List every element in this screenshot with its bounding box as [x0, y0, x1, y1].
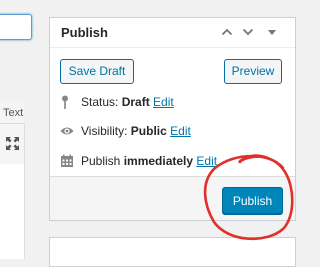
status-edit-link[interactable]: Edit — [153, 95, 174, 109]
chevron-down-icon[interactable] — [242, 26, 254, 38]
publish-box-title: Publish — [61, 25, 108, 40]
visibility-value: Public — [130, 124, 167, 138]
publish-time-value: immediately — [123, 154, 194, 168]
chevron-up-icon[interactable] — [221, 26, 233, 38]
toggle-triangle-icon[interactable] — [266, 26, 278, 38]
status-label: Status: — [81, 95, 122, 109]
editor-area: Text — [0, 0, 38, 259]
publish-box-header: Publish — [50, 18, 295, 48]
visibility-edit-link[interactable]: Edit — [170, 124, 191, 138]
publish-button[interactable]: Publish — [222, 187, 283, 214]
title-input[interactable] — [0, 14, 32, 40]
preview-button[interactable]: Preview — [224, 59, 282, 84]
next-meta-box — [49, 237, 296, 267]
fullscreen-icon[interactable] — [6, 137, 19, 150]
save-draft-button[interactable]: Save Draft — [60, 59, 134, 84]
visibility-label: Visibility: — [81, 124, 131, 138]
publish-time-edit-link[interactable]: Edit — [196, 154, 217, 168]
tab-text[interactable]: Text — [0, 103, 27, 123]
status-value: Draft — [121, 95, 150, 109]
eye-icon — [60, 127, 74, 135]
editor-body[interactable] — [0, 164, 25, 259]
publish-box: Publish Save Draft Preview Status: Draft… — [49, 17, 296, 221]
calendar-icon — [61, 154, 73, 167]
publish-time-label: Publish — [81, 154, 124, 168]
pin-icon — [62, 95, 68, 109]
